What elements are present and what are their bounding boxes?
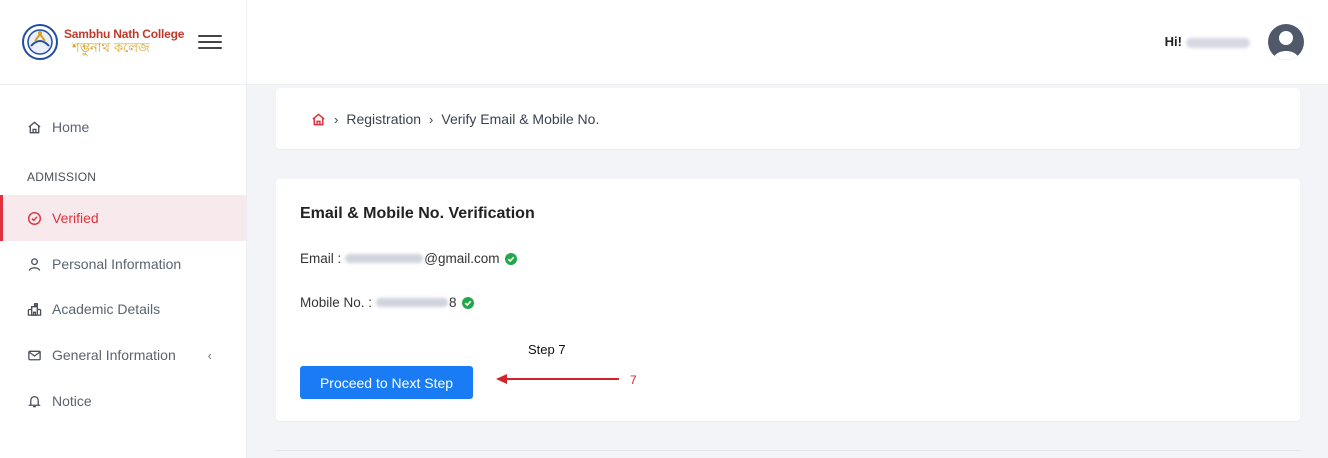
verified-check-icon	[461, 296, 474, 309]
sidebar: Sambhu Nath College শম্ভুনাথ কলেজ Home A…	[0, 0, 247, 458]
mail-icon	[28, 350, 41, 360]
step-label: Step 7	[528, 342, 566, 357]
brand-name-en: Sambhu Nath College	[64, 27, 185, 41]
greeting-text: Hi!	[1164, 34, 1182, 49]
breadcrumb-separator: ›	[334, 111, 339, 127]
breadcrumb-item-current: Verify Email & Mobile No.	[441, 111, 600, 127]
check-circle-icon	[27, 211, 42, 225]
email-user-redacted	[345, 254, 424, 263]
breadcrumb: › Registration › Verify Email & Mobile N…	[311, 111, 599, 127]
email-row: Email : @gmail.com	[300, 251, 517, 266]
brand-name: Sambhu Nath College শম্ভুনাথ কলেজ	[64, 27, 184, 57]
home-icon[interactable]	[311, 112, 326, 127]
section-label-admission: ADMISSION	[27, 170, 97, 184]
sidebar-item-label: General Information	[52, 347, 176, 363]
user-name-redacted	[1186, 37, 1250, 48]
sidebar-item-home[interactable]: Home	[0, 104, 246, 150]
verification-card: Email & Mobile No. Verification Email : …	[276, 179, 1300, 421]
college-logo-icon	[22, 24, 58, 60]
user-avatar-icon	[1273, 31, 1299, 60]
mobile-label: Mobile No. :	[300, 295, 373, 310]
breadcrumb-item-registration[interactable]: Registration	[346, 111, 421, 127]
sidebar-item-notice[interactable]: Notice	[0, 378, 246, 424]
sidebar-item-academic-details[interactable]: Academic Details	[0, 286, 246, 332]
sidebar-item-label: Personal Information	[52, 256, 182, 272]
mobile-suffix: 8	[449, 295, 457, 310]
sidebar-item-verified[interactable]: Verified	[0, 195, 246, 241]
breadcrumb-separator: ›	[429, 111, 434, 127]
top-bar: Hi!	[247, 0, 1328, 85]
breadcrumb-card: › Registration › Verify Email & Mobile N…	[276, 88, 1300, 149]
annotation-arrow-icon	[496, 374, 619, 384]
brand-header: Sambhu Nath College শম্ভুনাথ কলেজ	[0, 0, 246, 85]
sidebar-item-general-information[interactable]: General Information ‹	[0, 332, 246, 378]
divider	[276, 450, 1300, 451]
school-icon	[27, 302, 42, 316]
email-domain: @gmail.com	[424, 251, 500, 266]
page-title: Email & Mobile No. Verification	[300, 205, 535, 222]
sidebar-item-label: Notice	[52, 393, 92, 409]
avatar[interactable]	[1268, 24, 1304, 60]
mobile-number-redacted	[376, 298, 449, 307]
sidebar-item-label: Verified	[52, 210, 99, 226]
main-content: › Registration › Verify Email & Mobile N…	[247, 85, 1328, 458]
proceed-next-step-button[interactable]: Proceed to Next Step	[300, 366, 473, 399]
verified-check-icon	[504, 252, 517, 265]
sidebar-item-personal-information[interactable]: Personal Information	[0, 241, 246, 287]
email-label: Email :	[300, 251, 342, 266]
chevron-left-icon: ‹	[207, 347, 212, 363]
user-icon	[28, 257, 41, 271]
bell-icon	[28, 395, 41, 407]
user-greeting: Hi!	[1165, 34, 1250, 49]
mobile-row: Mobile No. : 8	[300, 295, 474, 310]
brand-name-bn: শম্ভুনাথ কলেজ	[72, 41, 150, 56]
step-number: 7	[630, 373, 637, 387]
home-icon	[28, 120, 41, 133]
sidebar-item-label: Home	[52, 119, 90, 135]
sidebar-item-label: Academic Details	[52, 301, 161, 317]
menu-toggle-button[interactable]	[198, 33, 222, 51]
